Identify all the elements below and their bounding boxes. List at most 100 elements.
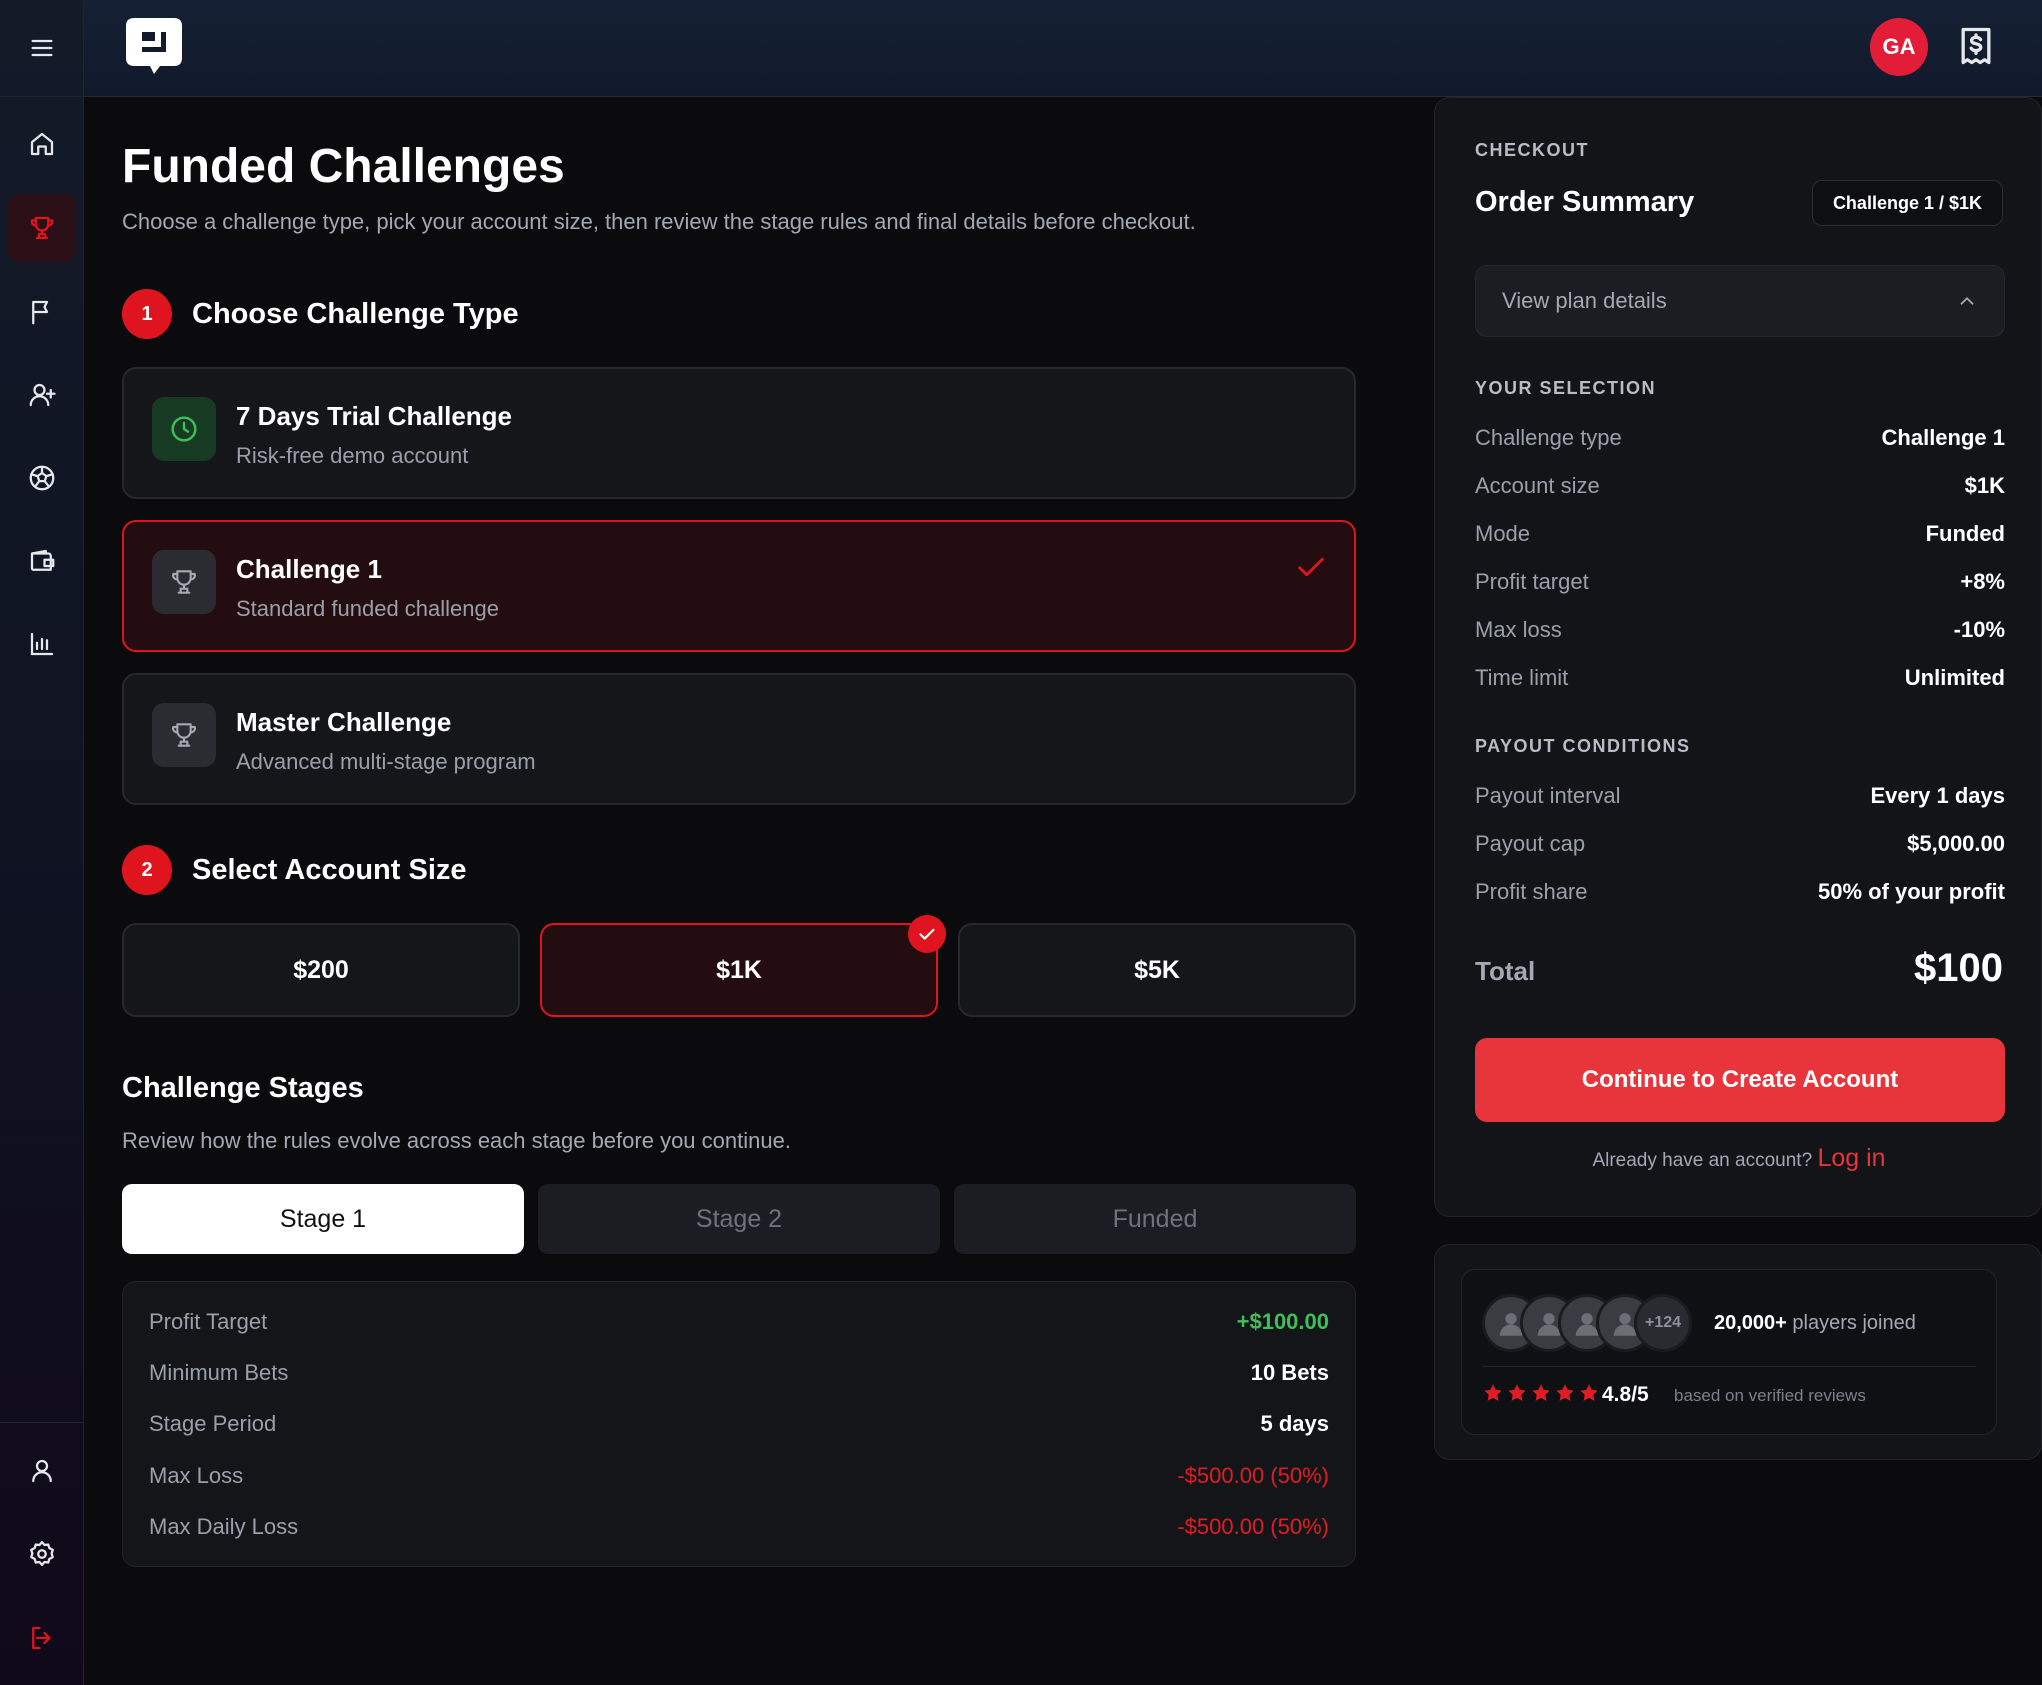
challenge-option-subtitle: Advanced multi-stage program xyxy=(236,749,536,774)
menu-icon[interactable] xyxy=(28,34,56,62)
total-label: Total xyxy=(1475,956,1536,986)
challenge-option-title: Challenge 1 xyxy=(236,554,382,584)
receipt-dollar-icon[interactable] xyxy=(1954,24,1998,68)
view-plan-details-label: View plan details xyxy=(1502,288,1667,313)
rule-value: +$100.00 xyxy=(1236,1309,1329,1334)
gear-icon xyxy=(30,1541,54,1566)
challenge-option-trial[interactable]: 7 Days Trial Challenge Risk-free demo ac… xyxy=(122,367,1356,499)
tab-stage-2[interactable]: Stage 2 xyxy=(538,1184,940,1254)
summary-value: $1K xyxy=(1964,473,2005,498)
page-title: Funded Challenges xyxy=(122,140,565,193)
sidebar-item-challenges[interactable] xyxy=(8,194,76,262)
sidebar-item-logout[interactable] xyxy=(8,1604,76,1672)
rule-row: Stage Period 5 days xyxy=(149,1404,1329,1444)
payout-label: Payout interval xyxy=(1475,783,1621,808)
sidebar-item-wallet[interactable] xyxy=(8,527,76,595)
check-icon xyxy=(1298,557,1324,577)
rating-subtext: based on verified reviews xyxy=(1674,1386,1866,1405)
payout-row: Profit share 50% of your profit xyxy=(1475,874,2005,910)
check-icon xyxy=(919,928,935,940)
payout-value: $5,000.00 xyxy=(1907,831,2005,856)
payout-value: Every 1 days xyxy=(1870,783,2005,808)
summary-label: Profit target xyxy=(1475,569,1589,594)
sidebar-header xyxy=(0,0,83,97)
summary-row: Time limit Unlimited xyxy=(1475,660,2005,696)
account-size-200-button[interactable]: $200 xyxy=(122,923,520,1017)
summary-value: Unlimited xyxy=(1904,665,2005,690)
payout-label: Payout cap xyxy=(1475,831,1586,856)
trophy-icon xyxy=(30,216,54,240)
selection-chip: Challenge 1 / $1K xyxy=(1811,180,2003,226)
summary-row: Profit target +8% xyxy=(1475,564,2005,600)
sidebar-item-home[interactable] xyxy=(8,110,76,178)
challenge-option-subtitle: Risk-free demo account xyxy=(236,443,469,468)
payout-row: Payout interval Every 1 days xyxy=(1475,778,2005,814)
sidebar-item-sports[interactable] xyxy=(8,444,76,512)
social-proof-card: +124 20,000+ players joined 4.8/5 based … xyxy=(1434,1244,2042,1460)
rule-value: -$500.00 (50%) xyxy=(1177,1514,1329,1539)
page-subtitle: Choose a challenge type, pick your accou… xyxy=(122,209,1196,234)
view-plan-details-toggle[interactable]: View plan details xyxy=(1475,265,2005,337)
stage-rules-table: Profit Target +$100.00 Minimum Bets 10 B… xyxy=(122,1281,1356,1567)
sidebar-divider xyxy=(0,1422,84,1423)
app-root: GA Funded Challenges Choose a challenge … xyxy=(0,0,2042,1685)
continue-create-account-button[interactable]: Continue to Create Account xyxy=(1475,1038,2005,1122)
user-avatar[interactable]: GA xyxy=(1870,18,1928,76)
account-size-label: $1K xyxy=(716,955,762,984)
summary-label: Mode xyxy=(1475,521,1531,546)
rule-value: -$500.00 (50%) xyxy=(1177,1463,1329,1488)
total-value: $100 xyxy=(1914,946,2003,990)
sidebar-item-stats[interactable] xyxy=(8,610,76,678)
sidebar-item-settings[interactable] xyxy=(8,1520,76,1588)
account-size-5k-button[interactable]: $5K xyxy=(958,923,1356,1017)
summary-row: Challenge type Challenge 1 xyxy=(1475,420,2005,456)
rating-stars xyxy=(1482,1382,1600,1404)
summary-row: Max loss -10% xyxy=(1475,612,2005,648)
summary-value: +8% xyxy=(1960,569,2005,594)
divider xyxy=(1482,1366,1976,1367)
challenge-option-subtitle: Standard funded challenge xyxy=(236,596,499,621)
logo-icon[interactable] xyxy=(120,12,188,80)
summary-row: Account size $1K xyxy=(1475,468,2005,504)
account-size-1k-button[interactable]: $1K xyxy=(540,915,946,1017)
challenge-option-title: 7 Days Trial Challenge xyxy=(236,401,513,431)
trophy-icon xyxy=(172,723,196,747)
step-number-badge: 1 xyxy=(122,289,172,339)
step-title: Select Account Size xyxy=(192,853,467,886)
summary-row: Mode Funded xyxy=(1475,516,2005,552)
sidebar-item-add-user[interactable] xyxy=(8,361,76,429)
summary-label: Time limit xyxy=(1475,665,1569,690)
tab-funded[interactable]: Funded xyxy=(954,1184,1356,1254)
summary-value: Funded xyxy=(1925,521,2005,546)
player-avatars: +124 xyxy=(1482,1294,1692,1352)
payout-label: Profit share xyxy=(1475,879,1588,904)
star-icon xyxy=(1484,1384,1502,1401)
wallet-icon xyxy=(30,549,55,571)
step-1-header: 1 Choose Challenge Type xyxy=(122,289,519,339)
soccer-ball-icon xyxy=(29,465,55,491)
star-icon xyxy=(1580,1384,1598,1401)
challenge-option-master[interactable]: Master Challenge Advanced multi-stage pr… xyxy=(122,673,1356,805)
players-joined: 20,000+ players joined xyxy=(1714,1312,1916,1335)
summary-value: Challenge 1 xyxy=(1881,425,2005,450)
rule-label: Profit Target xyxy=(149,1309,268,1334)
sidebar-item-profile[interactable] xyxy=(8,1437,76,1505)
rule-label: Stage Period xyxy=(149,1411,277,1436)
chevron-up-icon xyxy=(1960,297,1974,305)
star-icon xyxy=(1556,1384,1574,1401)
flag-icon xyxy=(32,300,49,325)
star-icon xyxy=(1532,1384,1550,1401)
tab-stage-1[interactable]: Stage 1 xyxy=(122,1184,524,1254)
order-summary-title: Order Summary xyxy=(1475,186,1695,218)
login-link[interactable]: Log in xyxy=(1817,1144,1885,1172)
social-proof-inner: +124 20,000+ players joined 4.8/5 based … xyxy=(1461,1269,1997,1435)
top-header: GA xyxy=(84,0,2042,97)
payout-conditions-heading: PAYOUT CONDITIONS xyxy=(1475,736,1691,756)
rule-value: 10 Bets xyxy=(1250,1360,1329,1385)
challenge-option-challenge-1[interactable]: Challenge 1 Standard funded challenge xyxy=(122,520,1356,652)
rule-value: 5 days xyxy=(1260,1411,1330,1436)
rule-row: Profit Target +$100.00 xyxy=(149,1302,1329,1342)
rule-row: Max Loss -$500.00 (50%) xyxy=(149,1456,1329,1496)
sidebar-item-flags[interactable] xyxy=(8,278,76,346)
summary-label: Challenge type xyxy=(1475,425,1622,450)
